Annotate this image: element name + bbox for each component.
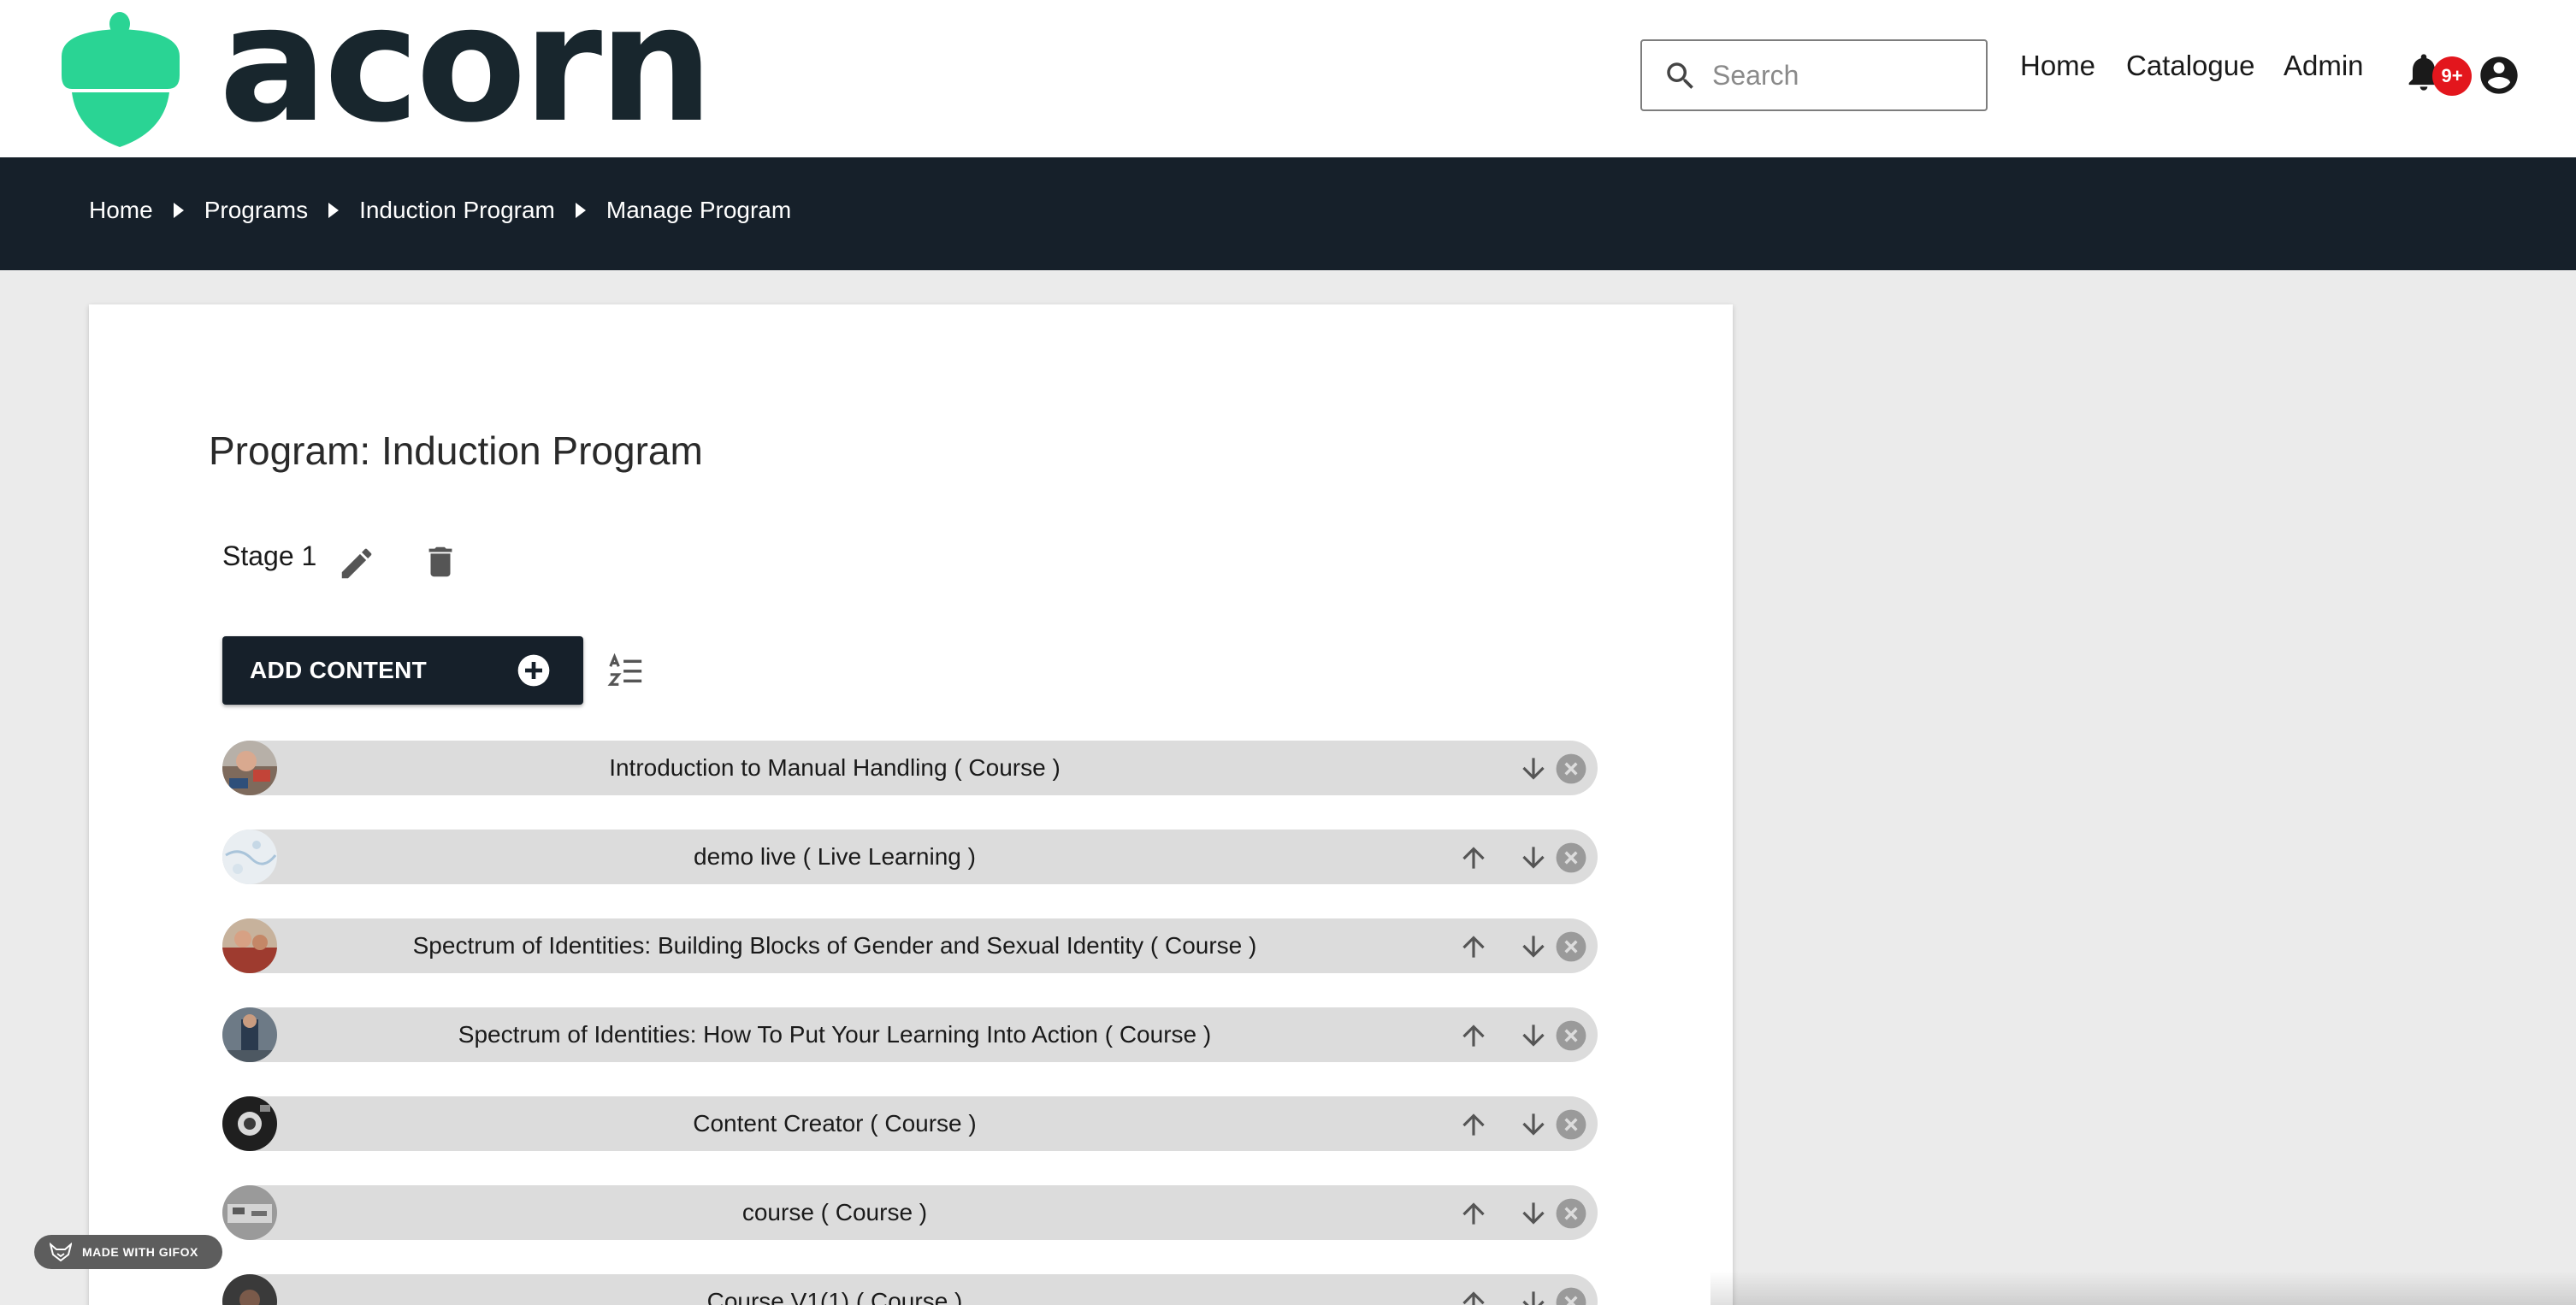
- arrow-down-icon[interactable]: [1517, 841, 1550, 874]
- acorn-logo[interactable]: acorn: [56, 0, 713, 151]
- breadcrumb-separator-icon: [575, 203, 586, 218]
- arrow-down-icon[interactable]: [1517, 753, 1550, 785]
- account-circle-icon[interactable]: [2477, 53, 2521, 97]
- list-item-title: Spectrum of Identities: How To Put Your …: [458, 1021, 1212, 1048]
- page-title: Program: Induction Program: [209, 428, 703, 473]
- add-content-button[interactable]: ADD CONTENT: [222, 636, 583, 705]
- list-item-title: Course V1(1) ( Course ): [706, 1288, 963, 1305]
- nav-catalogue[interactable]: Catalogue: [2126, 51, 2254, 80]
- list-item-title: demo live ( Live Learning ): [694, 843, 976, 870]
- arrow-up-icon[interactable]: [1457, 930, 1490, 963]
- logo-wordmark: acorn: [219, 0, 713, 158]
- remove-circle-icon[interactable]: [1555, 930, 1587, 963]
- list-item: demo live ( Live Learning ): [222, 830, 1598, 884]
- nav-home[interactable]: Home: [2020, 51, 2095, 80]
- arrow-down-icon[interactable]: [1517, 1286, 1550, 1305]
- remove-circle-icon[interactable]: [1555, 1019, 1587, 1052]
- remove-circle-icon[interactable]: [1555, 841, 1587, 874]
- sort-alphabetical-icon[interactable]: [606, 652, 645, 691]
- list-item: Introduction to Manual Handling ( Course…: [222, 741, 1598, 795]
- breadcrumb-bar: Home Programs Induction Program Manage P…: [0, 157, 2576, 270]
- list-item: Spectrum of Identities: Building Blocks …: [222, 918, 1598, 973]
- course-thumbnail-image[interactable]: [222, 830, 277, 884]
- list-item: course ( Course ): [222, 1185, 1598, 1240]
- top-header: acorn Home Catalogue Admin 9+: [0, 0, 2576, 157]
- arrow-down-icon[interactable]: [1517, 1108, 1550, 1141]
- list-item: Content Creator ( Course ): [222, 1096, 1598, 1151]
- arrow-up-icon[interactable]: [1457, 1286, 1490, 1305]
- edit-stage-pencil-icon[interactable]: [337, 544, 376, 583]
- breadcrumb: Home Programs Induction Program Manage P…: [89, 198, 791, 222]
- course-thumbnail-image[interactable]: [222, 918, 277, 973]
- course-thumbnail-image[interactable]: [222, 1185, 277, 1240]
- arrow-down-icon[interactable]: [1517, 1197, 1550, 1230]
- breadcrumb-home[interactable]: Home: [89, 198, 153, 222]
- search-input[interactable]: [1712, 41, 1977, 109]
- stage-label: Stage 1: [222, 540, 317, 571]
- program-card: Program: Induction Program Stage 1 ADD C…: [89, 304, 1733, 1305]
- list-item-title: Content Creator ( Course ): [693, 1110, 977, 1137]
- notification-badge: 9+: [2432, 56, 2472, 96]
- acorn-icon: [62, 12, 180, 147]
- course-thumbnail-image[interactable]: [222, 1096, 277, 1151]
- bottom-edge-shadow: [1710, 1271, 2576, 1305]
- gifox-watermark: MADE WITH GIFOX: [34, 1235, 222, 1269]
- remove-circle-icon[interactable]: [1555, 1197, 1587, 1230]
- list-item-title: Introduction to Manual Handling ( Course…: [609, 754, 1061, 781]
- nav-admin[interactable]: Admin: [2284, 51, 2364, 80]
- breadcrumb-induction-program[interactable]: Induction Program: [359, 198, 555, 222]
- breadcrumb-programs[interactable]: Programs: [204, 198, 308, 222]
- arrow-down-icon[interactable]: [1517, 1019, 1550, 1052]
- list-item: Spectrum of Identities: How To Put Your …: [222, 1007, 1598, 1062]
- remove-circle-icon[interactable]: [1555, 1286, 1587, 1305]
- list-item: Course V1(1) ( Course ): [222, 1274, 1598, 1305]
- search-icon: [1667, 62, 1693, 89]
- course-thumbnail-image[interactable]: [222, 741, 277, 795]
- fox-icon: [50, 1243, 72, 1261]
- watermark-text: MADE WITH GIFOX: [82, 1245, 198, 1259]
- arrow-up-icon[interactable]: [1457, 841, 1490, 874]
- remove-circle-icon[interactable]: [1555, 1108, 1587, 1141]
- delete-stage-trash-icon[interactable]: [421, 542, 460, 582]
- search-box[interactable]: [1640, 39, 1988, 111]
- plus-circle-icon: [517, 654, 550, 687]
- breadcrumb-separator-icon: [173, 203, 184, 218]
- arrow-up-icon[interactable]: [1457, 1108, 1490, 1141]
- arrow-up-icon[interactable]: [1457, 1019, 1490, 1052]
- breadcrumb-separator-icon: [328, 203, 340, 218]
- remove-circle-icon[interactable]: [1555, 753, 1587, 785]
- arrow-up-icon[interactable]: [1457, 1197, 1490, 1230]
- add-content-label: ADD CONTENT: [250, 657, 428, 683]
- arrow-down-icon[interactable]: [1517, 930, 1550, 963]
- list-item-title: Spectrum of Identities: Building Blocks …: [412, 932, 1257, 959]
- course-thumbnail-image[interactable]: [222, 1007, 277, 1062]
- list-item-title: course ( Course ): [741, 1199, 928, 1225]
- breadcrumb-manage-program: Manage Program: [606, 197, 792, 223]
